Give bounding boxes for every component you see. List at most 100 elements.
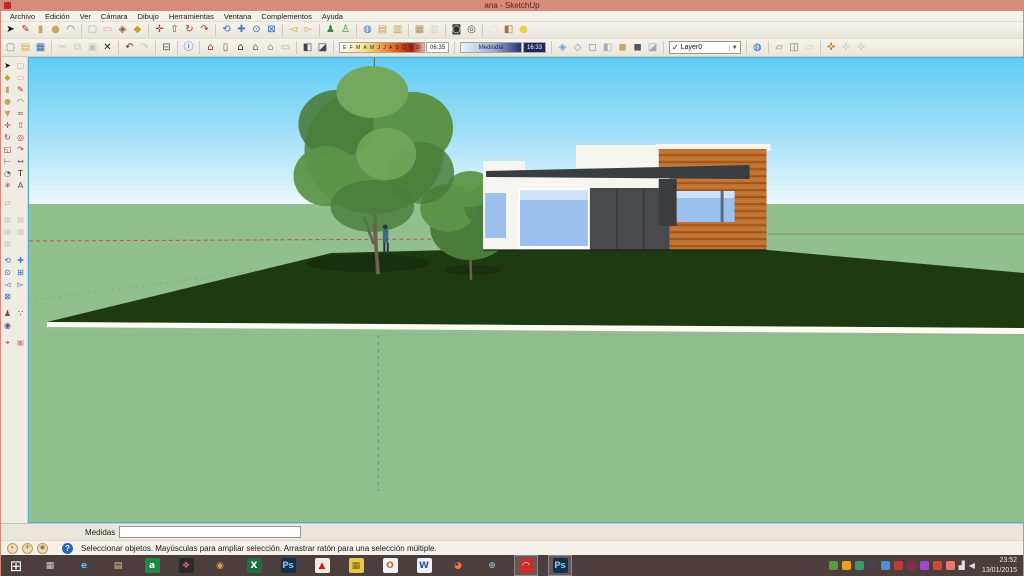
model-info[interactable]: ⓘ bbox=[181, 41, 196, 55]
push-pull-tool[interactable]: ⇧ bbox=[14, 120, 27, 132]
claim-credit-button[interactable]: ✛ bbox=[22, 543, 33, 554]
previous-view[interactable]: ◅ bbox=[286, 23, 301, 37]
next-view[interactable]: ▻ bbox=[301, 23, 316, 37]
tray-green[interactable] bbox=[829, 561, 838, 570]
section-tool-2[interactable]: ▦ bbox=[14, 214, 27, 226]
house-template-red[interactable]: ⌂ bbox=[203, 41, 218, 55]
tray-pink[interactable] bbox=[946, 561, 955, 570]
pan-tool[interactable]: ✚ bbox=[14, 255, 27, 267]
select-tool[interactable]: ➤ bbox=[3, 23, 18, 37]
zoom-extents-tool[interactable]: ⊠ bbox=[1, 291, 14, 303]
component-tool[interactable]: ▢ bbox=[14, 60, 27, 72]
google-earth[interactable]: ◍ bbox=[360, 23, 375, 37]
section-plane-tool[interactable]: ▱ bbox=[1, 197, 14, 209]
excel[interactable]: X bbox=[242, 555, 266, 576]
rotate-tool[interactable]: ↻ bbox=[182, 23, 197, 37]
move-tool[interactable]: ✛ bbox=[1, 120, 14, 132]
arc-tool[interactable]: ◠ bbox=[14, 96, 27, 108]
tray-orange[interactable] bbox=[842, 561, 851, 570]
walk-tool[interactable]: ∵ bbox=[14, 308, 27, 320]
viewport-3d[interactable] bbox=[28, 57, 1024, 523]
sandbox-smoove[interactable]: ✜ bbox=[824, 41, 839, 55]
previous-view[interactable]: ◅ bbox=[1, 279, 14, 291]
protractor-tool[interactable]: ◔ bbox=[1, 168, 14, 180]
house-dark[interactable]: ⌂ bbox=[233, 41, 248, 55]
save-file[interactable]: ▦ bbox=[33, 41, 48, 55]
orbit-tool[interactable]: ⟲ bbox=[219, 23, 234, 37]
scale-tool[interactable]: ◱ bbox=[1, 144, 14, 156]
shadow-date-value[interactable]: 06:35 bbox=[426, 42, 449, 53]
adobe-reader[interactable]: ▲ bbox=[310, 555, 334, 576]
arc-tool[interactable]: ◠ bbox=[63, 23, 78, 37]
help-button[interactable]: ? bbox=[62, 543, 73, 554]
rectangle-tool[interactable]: ▮ bbox=[33, 23, 48, 37]
pan-tool[interactable]: ✚ bbox=[234, 23, 249, 37]
offset-tool[interactable]: ◎ bbox=[14, 132, 27, 144]
axes-tool[interactable]: ✳ bbox=[1, 180, 14, 192]
tray-red-1[interactable] bbox=[894, 561, 903, 570]
toggle-shadows[interactable]: ◪ bbox=[315, 41, 330, 55]
menu-dibujo[interactable]: Dibujo bbox=[133, 11, 164, 22]
print[interactable]: ⊟ bbox=[159, 41, 174, 55]
chevron-down-icon[interactable]: ▼ bbox=[729, 45, 738, 51]
cut[interactable]: ✂ bbox=[55, 41, 70, 55]
zoom-tool[interactable]: ⊙ bbox=[249, 23, 264, 37]
position-camera-tool[interactable]: ♟ bbox=[1, 308, 14, 320]
dimension-tool[interactable]: ↔ bbox=[14, 156, 27, 168]
paint-bucket-tool[interactable]: ◆ bbox=[130, 23, 145, 37]
redo[interactable]: ↷ bbox=[137, 41, 152, 55]
green-a-app[interactable]: a bbox=[140, 555, 164, 576]
menu-herramientas[interactable]: Herramientas bbox=[164, 11, 219, 22]
look-around-binoculars[interactable]: ◎ bbox=[464, 23, 479, 37]
menu-edicion[interactable]: Edición bbox=[40, 11, 75, 22]
copy[interactable]: ⧉ bbox=[70, 41, 85, 55]
section-display[interactable]: ▭ bbox=[802, 41, 817, 55]
orbit-tool[interactable]: ⟲ bbox=[1, 255, 14, 267]
section-plane-tool[interactable]: ▱ bbox=[772, 41, 787, 55]
tray-dark[interactable] bbox=[868, 561, 877, 570]
open-file[interactable]: ▤ bbox=[18, 41, 33, 55]
globe-browser[interactable]: ⊕ bbox=[480, 555, 504, 576]
follow-me-tool[interactable]: ↷ bbox=[197, 23, 212, 37]
section-tool-1[interactable]: ▦ bbox=[1, 214, 14, 226]
word[interactable]: W bbox=[412, 555, 436, 576]
tray-red-2[interactable] bbox=[933, 561, 942, 570]
get-current-view[interactable]: ▦ bbox=[412, 23, 427, 37]
section-tool-4[interactable]: ▦ bbox=[14, 226, 27, 238]
shaded-textures-mode[interactable]: ◼ bbox=[630, 41, 645, 55]
make-component-tool[interactable]: ◈ bbox=[115, 23, 130, 37]
undo[interactable]: ↶ bbox=[122, 41, 137, 55]
signin-button[interactable]: ◉ bbox=[37, 543, 48, 554]
app-switcher[interactable]: ▦ bbox=[38, 555, 62, 576]
shadow-time-slider[interactable]: Mediodía16:33 bbox=[460, 41, 546, 55]
walk-dotted[interactable]: ◌ bbox=[486, 23, 501, 37]
yellow-app[interactable]: ▦ bbox=[344, 555, 368, 576]
menu-ventana[interactable]: Ventana bbox=[219, 11, 257, 22]
freehand-tool[interactable]: ≈ bbox=[14, 108, 27, 120]
xray-mode[interactable]: ◈ bbox=[555, 41, 570, 55]
menu-ayuda[interactable]: Ayuda bbox=[317, 11, 348, 22]
next-view[interactable]: ▻ bbox=[14, 279, 27, 291]
daylight-bulb[interactable]: ● bbox=[516, 23, 531, 37]
toggle-terrain[interactable]: ▥ bbox=[427, 23, 442, 37]
follow-me-tool[interactable]: ↷ bbox=[14, 144, 27, 156]
monochrome-mode[interactable]: ◪ bbox=[645, 41, 660, 55]
taskbar-clock[interactable]: 23:5213/01/2015 bbox=[982, 556, 1017, 575]
line-tool[interactable]: ✎ bbox=[14, 84, 27, 96]
hidden-line-mode[interactable]: ◧ bbox=[600, 41, 615, 55]
shaded-mode[interactable]: ◼ bbox=[615, 41, 630, 55]
get-models[interactable]: ▤ bbox=[375, 23, 390, 37]
tray-blue[interactable] bbox=[881, 561, 890, 570]
zoom-extents-tool[interactable]: ⊠ bbox=[264, 23, 279, 37]
rotate-tool[interactable]: ↻ bbox=[1, 132, 14, 144]
delete[interactable]: ✕ bbox=[100, 41, 115, 55]
sketchup-taskbar[interactable]: ◠ bbox=[514, 555, 538, 576]
firefox[interactable]: ◕ bbox=[446, 555, 470, 576]
internet-explorer[interactable]: e bbox=[72, 555, 96, 576]
eraser-tool[interactable]: ▭ bbox=[14, 72, 27, 84]
tray-teal[interactable] bbox=[855, 561, 864, 570]
photoshop-2[interactable]: Ps bbox=[548, 555, 572, 576]
section-tool-3[interactable]: ▦ bbox=[1, 226, 14, 238]
shadow-time-value[interactable]: 16:33 bbox=[523, 42, 546, 53]
position-camera-tool[interactable]: ♟ bbox=[323, 23, 338, 37]
